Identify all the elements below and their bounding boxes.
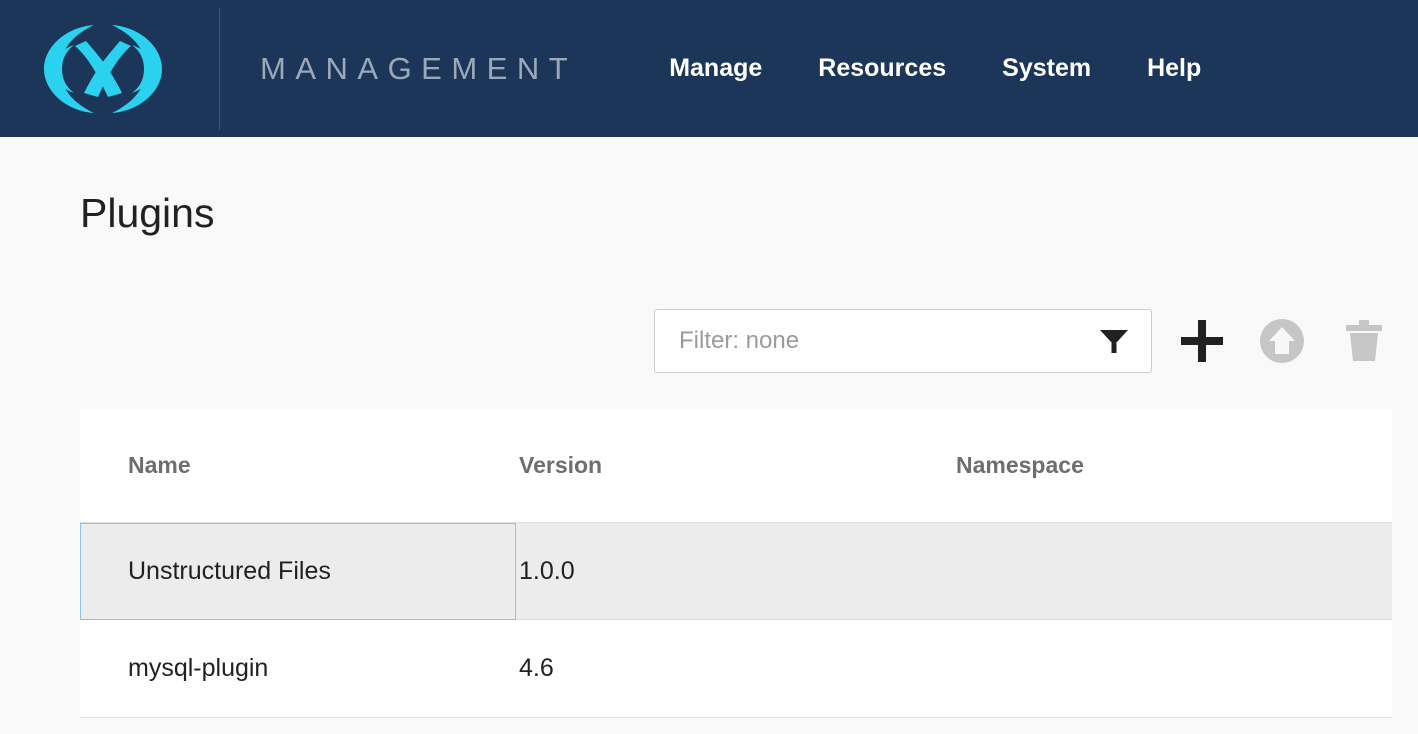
table-header-row: Name Version Namespace (80, 409, 1392, 522)
brand-divider (219, 8, 220, 130)
top-navigation-bar: MANAGEMENT Manage Resources System Help (0, 0, 1418, 137)
filter-placeholder: Filter: none (679, 327, 799, 355)
table-toolbar: Filter: none (654, 309, 1390, 373)
nav-item-resources[interactable]: Resources (818, 54, 946, 83)
brand-block: MANAGEMENT (0, 0, 577, 137)
filter-input[interactable]: Filter: none (654, 309, 1152, 373)
infinity-x-logo-icon[interactable] (28, 19, 178, 119)
nav-item-help[interactable]: Help (1147, 54, 1201, 83)
cell-namespace (956, 523, 1392, 619)
delete-plugin-button[interactable] (1338, 315, 1390, 367)
table-row[interactable]: Unstructured Files 1.0.0 (80, 522, 1392, 620)
cell-name[interactable]: mysql-plugin (80, 620, 516, 717)
plus-icon (1179, 318, 1225, 364)
nav-item-manage[interactable]: Manage (669, 54, 762, 83)
column-header-version[interactable]: Version (516, 409, 956, 522)
trash-icon (1345, 319, 1383, 363)
brand-name: MANAGEMENT (260, 51, 577, 87)
column-header-namespace[interactable]: Namespace (956, 409, 1392, 522)
cell-name[interactable]: Unstructured Files (80, 523, 516, 620)
funnel-icon[interactable] (1099, 328, 1129, 354)
cell-namespace (956, 620, 1392, 717)
plugins-table: Name Version Namespace Unstructured File… (80, 409, 1392, 718)
add-plugin-button[interactable] (1176, 315, 1228, 367)
upload-plugin-button[interactable] (1256, 315, 1308, 367)
circle-up-arrow-icon (1260, 319, 1304, 363)
nav-item-system[interactable]: System (1002, 54, 1091, 83)
table-row[interactable]: mysql-plugin 4.6 (80, 620, 1392, 718)
main-nav: Manage Resources System Help (669, 54, 1201, 83)
cell-version: 1.0.0 (516, 523, 956, 619)
column-header-name[interactable]: Name (80, 409, 516, 522)
cell-version: 4.6 (516, 620, 956, 717)
page-title: Plugins (80, 190, 214, 237)
